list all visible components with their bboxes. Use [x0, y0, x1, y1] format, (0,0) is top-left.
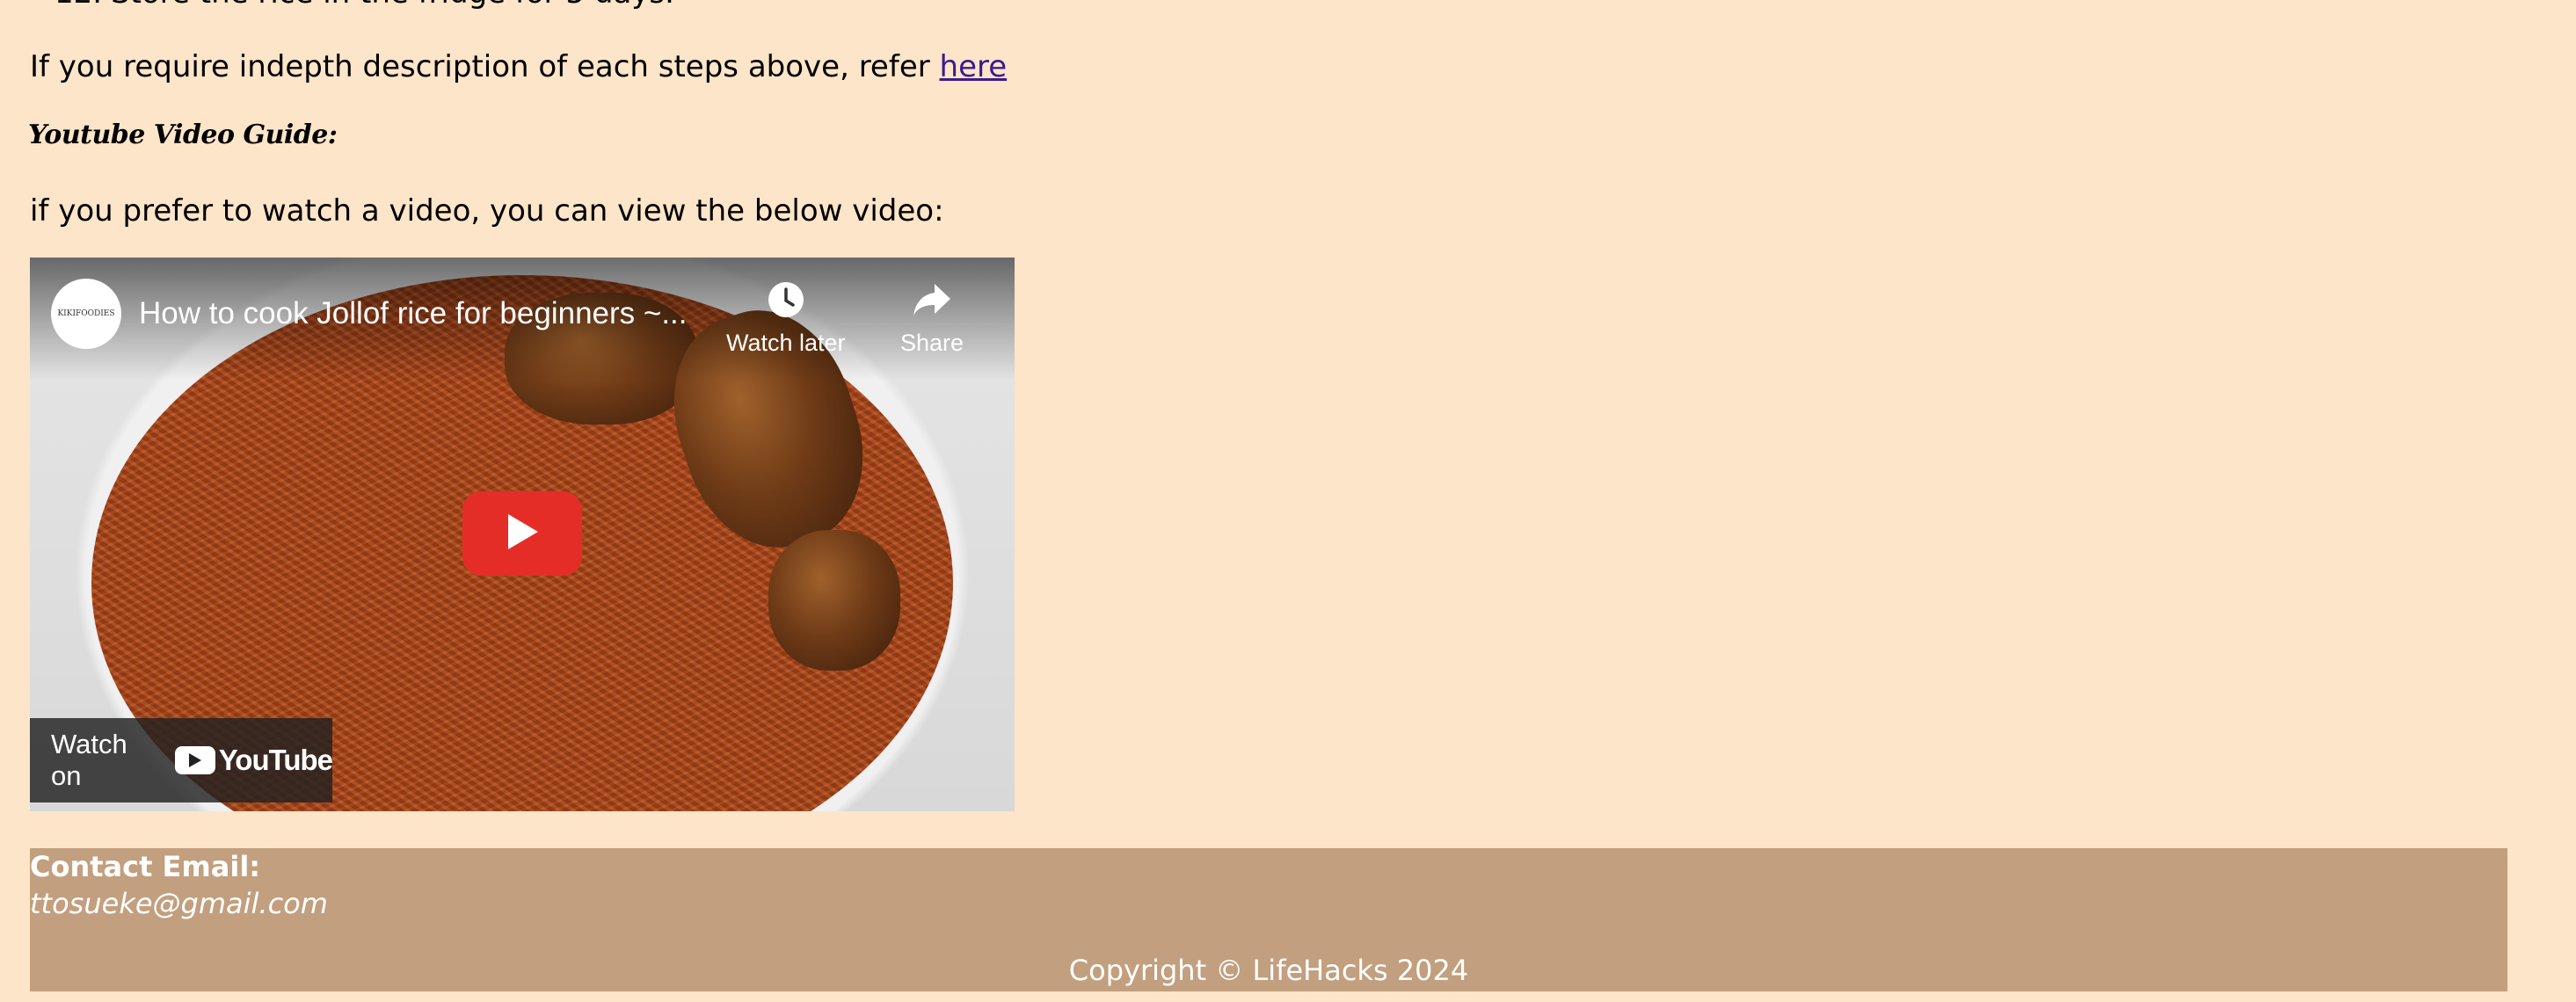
youtube-play-mark-icon	[174, 746, 215, 774]
youtube-video-embed[interactable]: KIKIFOODIES How to cook Jollof rice for …	[30, 258, 1015, 811]
list-item-text: Store the rice in the fridge for 5 days.	[111, 0, 674, 11]
video-thumbnail-chicken	[768, 530, 900, 671]
description-link[interactable]: here	[940, 49, 1008, 84]
clock-icon	[765, 279, 807, 321]
play-button[interactable]	[462, 491, 582, 576]
share-arrow-icon	[911, 279, 953, 321]
description-paragraph: If you require indepth description of ea…	[30, 49, 1007, 84]
video-intro-text: if you prefer to watch a video, you can …	[30, 193, 944, 229]
contact-email-label: Contact Email:	[30, 850, 261, 883]
video-guide-heading: Youtube Video Guide:	[28, 120, 338, 150]
footer: Contact Email: ttosueke@gmail.com Copyri…	[30, 848, 2507, 991]
list-item-number: 12.	[55, 0, 102, 11]
share-button[interactable]: Share	[900, 279, 964, 357]
share-label: Share	[900, 330, 964, 356]
copyright-text: Copyright © LifeHacks 2024	[1068, 954, 1469, 987]
channel-logo-text: KIKIFOODIES	[57, 309, 115, 318]
channel-avatar[interactable]: KIKIFOODIES	[51, 279, 121, 349]
play-icon	[505, 512, 540, 555]
list-item-12: 12. Store the rice in the fridge for 5 da…	[55, 0, 674, 11]
watch-later-button[interactable]: Watch later	[726, 279, 846, 357]
description-text: If you require indepth description of ea…	[30, 49, 940, 84]
video-title[interactable]: How to cook Jollof rice for beginners ~.…	[139, 296, 688, 331]
contact-email-value: ttosueke@gmail.com	[30, 887, 328, 920]
watch-on-label: Watch on	[51, 729, 127, 791]
youtube-logo: YouTube	[174, 744, 333, 777]
watch-on-youtube-button[interactable]: Watch on YouTube	[30, 718, 333, 802]
youtube-logo-text: YouTube	[218, 744, 333, 776]
watch-later-label: Watch later	[726, 330, 846, 356]
